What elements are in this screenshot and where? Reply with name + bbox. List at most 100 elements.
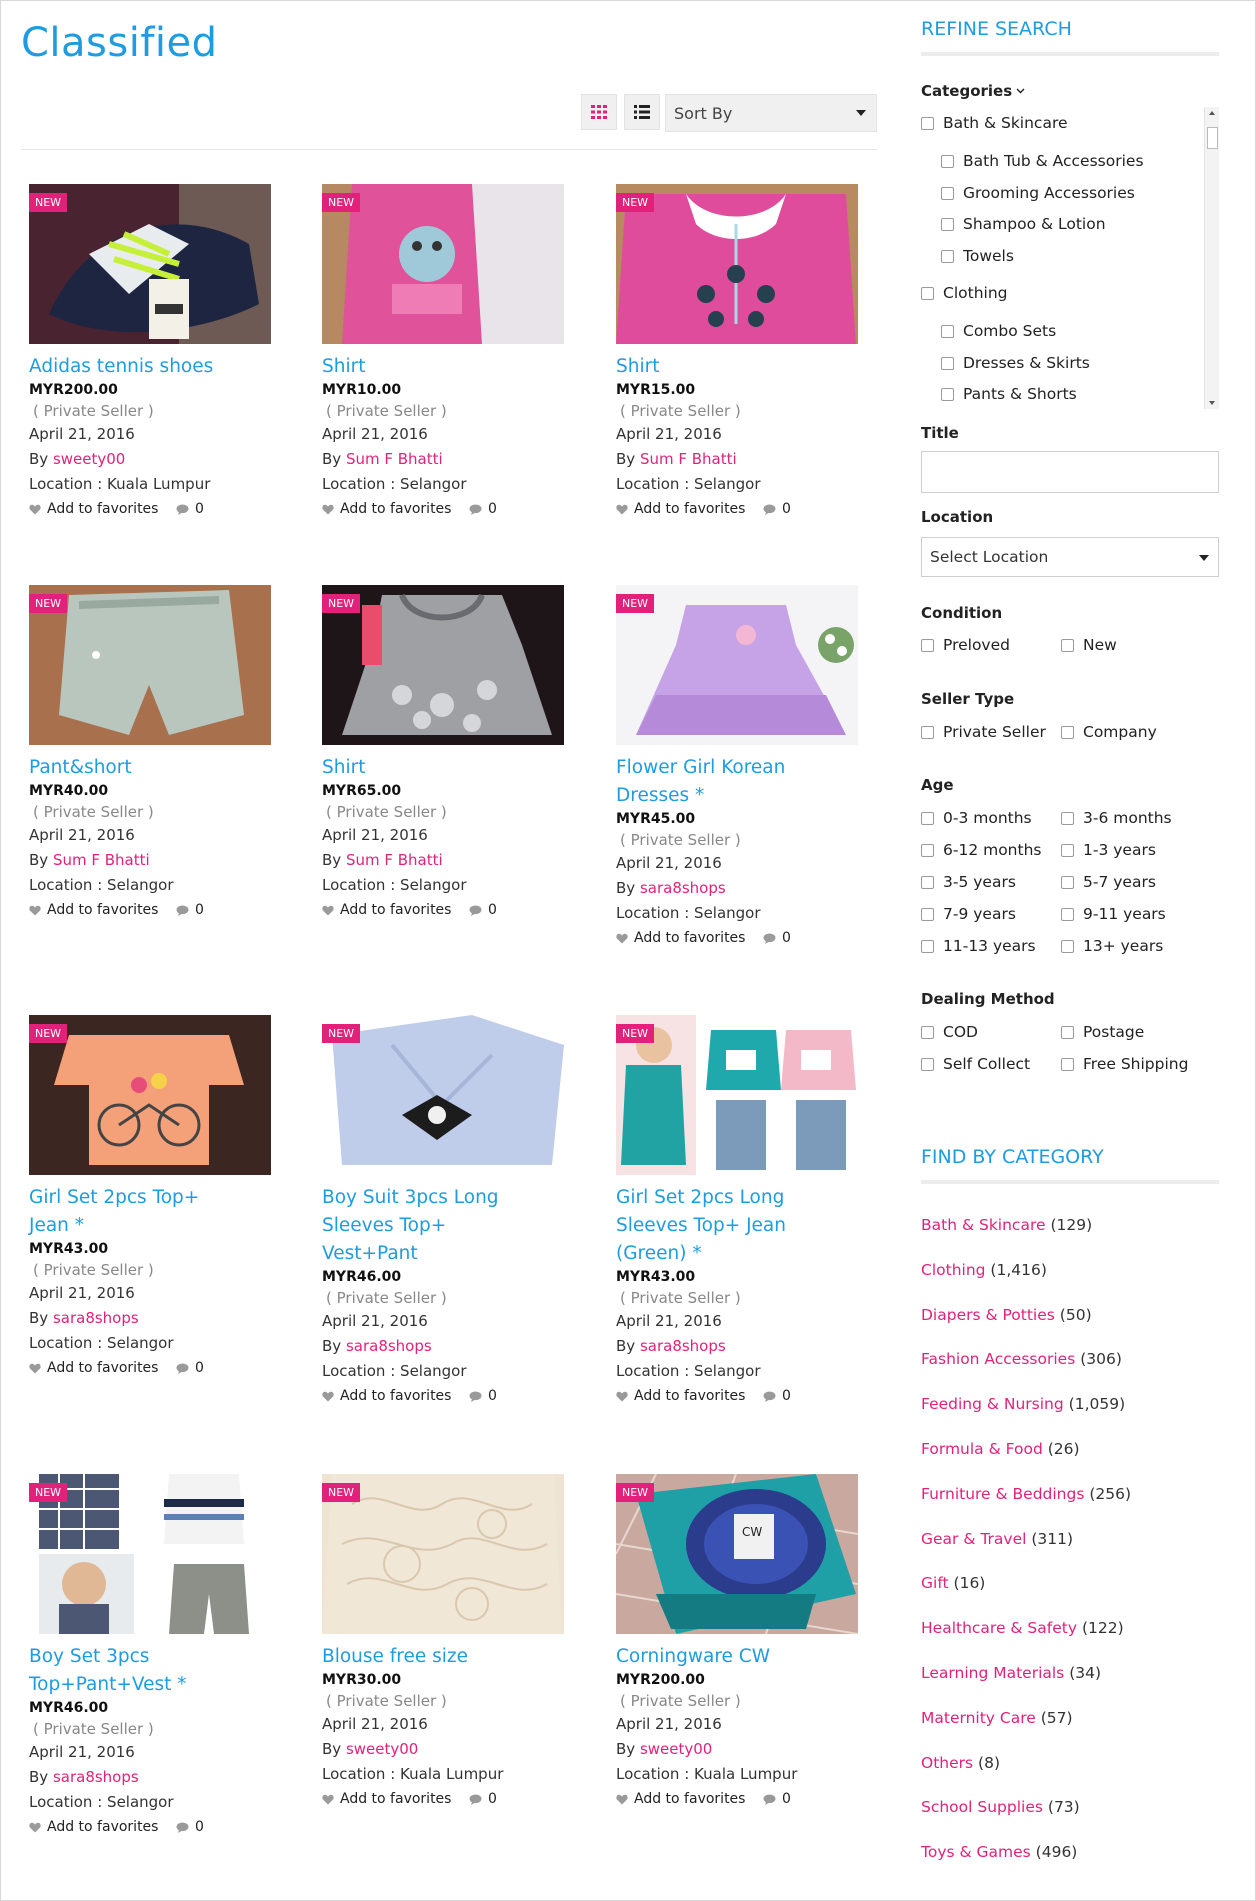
- checkbox[interactable]: [921, 1057, 934, 1071]
- checkbox[interactable]: [921, 811, 934, 825]
- subcategory-checkbox[interactable]: Dresses & Skirts: [941, 354, 1090, 372]
- seller-link[interactable]: sara8shops: [53, 1309, 139, 1327]
- subcategory-checkbox[interactable]: Combo Sets: [941, 322, 1056, 340]
- subcategory-checkbox[interactable]: Towels: [941, 247, 1014, 265]
- categories-scrollbar[interactable]: [1204, 107, 1219, 409]
- checkbox[interactable]: [941, 249, 954, 263]
- listing-thumbnail[interactable]: NEW: [29, 1015, 271, 1175]
- add-to-favorites-button[interactable]: Add to favorites: [29, 1357, 158, 1379]
- add-to-favorites-button[interactable]: Add to favorites: [616, 1788, 745, 1810]
- categories-toggle[interactable]: Categories: [921, 82, 1025, 100]
- condition-option[interactable]: New: [1061, 636, 1117, 654]
- seller-link[interactable]: sara8shops: [640, 879, 726, 897]
- category-link[interactable]: Formula & Food (26): [921, 1440, 1080, 1458]
- categories-list[interactable]: Pants & Shorts Dresses & Skirts Combo Sets…: [921, 107, 1219, 409]
- listing-title[interactable]: Adidas tennis shoes: [29, 353, 271, 381]
- add-to-favorites-button[interactable]: Add to favorites: [322, 498, 451, 520]
- age-option[interactable]: 3-6 months: [1061, 809, 1172, 827]
- grid-view-button[interactable]: [581, 94, 617, 130]
- checkbox[interactable]: [941, 387, 954, 401]
- checkbox[interactable]: [921, 116, 934, 130]
- listing-title[interactable]: Shirt: [322, 353, 564, 381]
- subcategory-checkbox[interactable]: Bath Tub & Accessories: [941, 152, 1144, 170]
- listing-title[interactable]: Girl Set 2pcs Top+ Jean *: [29, 1184, 271, 1240]
- checkbox[interactable]: [1061, 1057, 1074, 1071]
- age-option[interactable]: 9-11 years: [1061, 905, 1166, 923]
- listing-title[interactable]: Boy Set 3pcs Top+Pant+Vest *: [29, 1643, 271, 1699]
- age-option[interactable]: 5-7 years: [1061, 873, 1156, 891]
- checkbox[interactable]: [941, 186, 954, 200]
- checkbox[interactable]: [921, 725, 934, 739]
- seller-link[interactable]: sara8shops: [346, 1337, 432, 1355]
- add-to-favorites-button[interactable]: Add to favorites: [29, 498, 158, 520]
- seller-link[interactable]: Sum F Bhatti: [640, 450, 737, 468]
- comments-button[interactable]: 0: [469, 899, 497, 921]
- category-link[interactable]: Bath & Skincare (129): [921, 1216, 1092, 1234]
- checkbox[interactable]: [941, 356, 954, 370]
- add-to-favorites-button[interactable]: Add to favorites: [322, 899, 451, 921]
- category-link[interactable]: Learning Materials (34): [921, 1664, 1101, 1682]
- age-option[interactable]: 13+ years: [1061, 937, 1163, 955]
- add-to-favorites-button[interactable]: Add to favorites: [29, 1816, 158, 1838]
- listing-thumbnail[interactable]: NEW: [322, 585, 564, 745]
- scroll-thumb[interactable]: [1207, 127, 1218, 149]
- checkbox[interactable]: [941, 324, 954, 338]
- category-link[interactable]: Toys & Games (496): [921, 1843, 1077, 1861]
- age-option[interactable]: 7-9 years: [921, 905, 1016, 923]
- listing-card[interactable]: NEW Flower Girl Korean Dresses * MYR45.00 ( …: [616, 585, 858, 949]
- checkbox[interactable]: [1061, 725, 1074, 739]
- listing-card[interactable]: NEW Pant&short MYR40.00 ( Private Seller ) A…: [29, 585, 271, 921]
- comments-button[interactable]: 0: [763, 927, 791, 949]
- listing-title[interactable]: Shirt: [322, 754, 564, 782]
- age-option[interactable]: 11-13 years: [921, 937, 1036, 955]
- add-to-favorites-button[interactable]: Add to favorites: [616, 1385, 745, 1407]
- condition-option[interactable]: Preloved: [921, 636, 1010, 654]
- listing-thumbnail[interactable]: NEW: [322, 1474, 564, 1634]
- age-option[interactable]: 3-5 years: [921, 873, 1016, 891]
- checkbox[interactable]: [921, 875, 934, 889]
- comments-button[interactable]: 0: [763, 498, 791, 520]
- subcategory-checkbox[interactable]: Pants & Shorts: [941, 385, 1077, 403]
- seller-link[interactable]: sweety00: [346, 1740, 418, 1758]
- listing-card[interactable]: NEW Boy Suit 3pcs Long Sleeves Top+ Vest+Pa…: [322, 1015, 564, 1407]
- checkbox[interactable]: [921, 1025, 934, 1039]
- listing-title[interactable]: Boy Suit 3pcs Long Sleeves Top+ Vest+Pant: [322, 1184, 564, 1268]
- listing-title[interactable]: Pant&short: [29, 754, 271, 782]
- listing-card[interactable]: NEW Blouse free size MYR30.00 ( Private Sel…: [322, 1474, 564, 1810]
- checkbox[interactable]: [1061, 1025, 1074, 1039]
- seller-link[interactable]: Sum F Bhatti: [346, 450, 443, 468]
- category-link[interactable]: Feeding & Nursing (1,059): [921, 1395, 1125, 1413]
- add-to-favorites-button[interactable]: Add to favorites: [322, 1788, 451, 1810]
- add-to-favorites-button[interactable]: Add to favorites: [322, 1385, 451, 1407]
- checkbox[interactable]: [921, 638, 934, 652]
- add-to-favorites-button[interactable]: Add to favorites: [616, 498, 745, 520]
- listing-thumbnail[interactable]: NEW: [29, 585, 271, 745]
- seller-type-option[interactable]: Company: [1061, 723, 1157, 741]
- category-link[interactable]: Healthcare & Safety (122): [921, 1619, 1124, 1637]
- listing-thumbnail[interactable]: NEW: [29, 184, 271, 344]
- category-link[interactable]: Maternity Care (57): [921, 1709, 1073, 1727]
- checkbox[interactable]: [1061, 638, 1074, 652]
- comments-button[interactable]: 0: [763, 1385, 791, 1407]
- title-filter-input[interactable]: [921, 451, 1219, 493]
- seller-link[interactable]: sweety00: [640, 1740, 712, 1758]
- location-select[interactable]: Select Location: [921, 537, 1219, 577]
- listing-card[interactable]: NEW Boy Set 3pcs Top+Pant+Vest * MYR46.00 ( …: [29, 1474, 271, 1838]
- checkbox[interactable]: [1061, 875, 1074, 889]
- age-option[interactable]: 6-12 months: [921, 841, 1042, 859]
- category-link[interactable]: School Supplies (73): [921, 1798, 1080, 1816]
- category-link[interactable]: Furniture & Beddings (256): [921, 1485, 1131, 1503]
- listing-title[interactable]: Blouse free size: [322, 1643, 564, 1671]
- category-link[interactable]: Gift (16): [921, 1574, 985, 1592]
- sort-by-select[interactable]: Sort By: [665, 94, 877, 132]
- category-link[interactable]: Others (8): [921, 1754, 1000, 1772]
- age-option[interactable]: 0-3 months: [921, 809, 1032, 827]
- listing-card[interactable]: NEW Girl Set 2pcs Top+ Jean * MYR43.00 ( Pri…: [29, 1015, 271, 1379]
- comments-button[interactable]: 0: [176, 498, 204, 520]
- category-link[interactable]: Diapers & Potties (50): [921, 1306, 1092, 1324]
- comments-button[interactable]: 0: [176, 899, 204, 921]
- seller-link[interactable]: sweety00: [53, 450, 125, 468]
- listing-thumbnail[interactable]: NEW: [616, 585, 858, 745]
- dealing-method-option[interactable]: Self Collect: [921, 1055, 1030, 1073]
- category-link[interactable]: Fashion Accessories (306): [921, 1350, 1122, 1368]
